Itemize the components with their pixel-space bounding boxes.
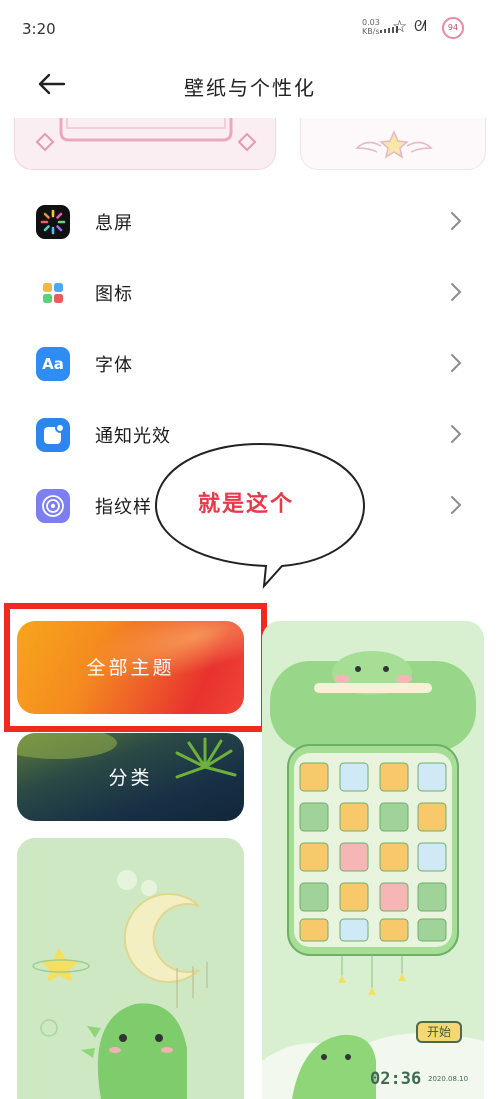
network-speed-value: 0.03 xyxy=(362,18,380,27)
fingerprint-icon xyxy=(36,489,70,523)
status-time: 3:20 xyxy=(22,20,56,38)
chevron-right-icon xyxy=(451,212,462,230)
menu-label: 息屏 xyxy=(95,213,133,234)
app-icons-grid-icon xyxy=(36,276,70,310)
chevron-right-icon xyxy=(451,283,462,301)
wallpaper-preview-card[interactable] xyxy=(14,118,276,170)
category-card[interactable]: 分类 xyxy=(17,733,244,821)
all-themes-card[interactable]: 全部主题 xyxy=(17,621,244,714)
menu-item-icons[interactable]: 图标 xyxy=(0,261,500,323)
star-icon: ☆ xyxy=(392,17,408,37)
annotation-text: 就是这个 xyxy=(198,492,295,517)
chevron-right-icon xyxy=(451,425,462,443)
menu-item-font[interactable]: Aa 字体 xyxy=(0,332,500,394)
winged-star-icon xyxy=(355,130,433,159)
network-speed: 0.03 KB/s xyxy=(362,18,380,36)
battery-icon: 94 xyxy=(442,17,464,39)
bunny-icon: ᘛ xyxy=(414,17,427,35)
menu-label: 字体 xyxy=(95,355,133,376)
dino-moon-illustration xyxy=(17,838,244,1099)
menu-label: 指纹样 xyxy=(95,497,152,518)
theme-preview-card[interactable] xyxy=(300,118,486,170)
preview-date: 2020.08.10 xyxy=(428,1075,469,1083)
start-button: 开始 xyxy=(416,1021,462,1043)
chevron-right-icon xyxy=(451,354,462,372)
category-label: 分类 xyxy=(108,767,153,789)
notification-light-icon xyxy=(36,418,70,452)
ornament-frame-icon xyxy=(35,118,257,152)
status-bar: 3:20 0.03 KB/s ☆ ᘛ 94 xyxy=(0,0,500,56)
page-title: 壁纸与个性化 xyxy=(184,76,316,100)
network-speed-unit: KB/s xyxy=(362,27,380,36)
menu-label: 图标 xyxy=(95,284,133,305)
chevron-right-icon xyxy=(451,496,462,514)
menu-item-aod[interactable]: 息屏 xyxy=(0,190,500,252)
font-icon: Aa xyxy=(36,347,70,381)
theme-preview-dino-moon[interactable] xyxy=(17,838,244,1099)
always-on-display-icon xyxy=(36,205,70,239)
theme-preview-dino-grid[interactable]: 开始 02:36 2020.08.10 xyxy=(262,621,484,1099)
preview-time: 02:36 xyxy=(370,1069,422,1089)
all-themes-label: 全部主题 xyxy=(86,657,175,679)
